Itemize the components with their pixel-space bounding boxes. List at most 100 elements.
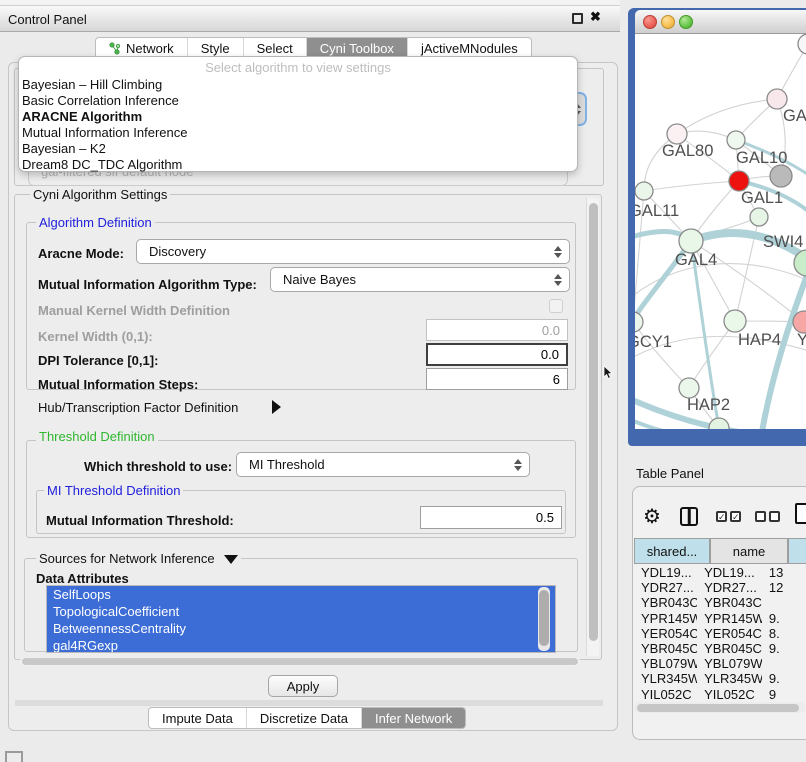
table-cell: YBL079W	[634, 656, 697, 671]
table-row[interactable]: YIL052CYIL052C9	[634, 687, 806, 702]
table-row[interactable]: YDR27...YDR27...12	[634, 580, 806, 595]
attributes-scrollbar-thumb[interactable]	[539, 590, 549, 646]
algorithm-option[interactable]: Basic Correlation Inference	[19, 93, 577, 109]
show-columns-icon[interactable]: ✓✓	[716, 511, 741, 522]
network-canvas[interactable]: GALGAL80GAL10GAL1GAL11GAL4SWI4GCY1HAP4YH…	[635, 34, 806, 429]
tab-cyni-toolbox[interactable]: Cyni Toolbox	[307, 38, 408, 58]
algorithm-option[interactable]: ARACNE Algorithm	[19, 109, 577, 125]
table-hscrollbar-thumb[interactable]	[637, 704, 799, 712]
aracne-mode-combo[interactable]: Discovery	[136, 239, 570, 264]
tab-network[interactable]: Network	[96, 38, 188, 58]
which-threshold-combo[interactable]: MI Threshold	[236, 452, 530, 477]
zoom-traffic-light[interactable]	[679, 15, 693, 29]
table-cell: YBR045C	[634, 641, 697, 656]
screen: Control Panel ✖ NetworkStyleSelectCyni T…	[0, 0, 806, 762]
attribute-list-item[interactable]: gal4RGexp	[47, 637, 555, 653]
minimize-traffic-light[interactable]	[661, 15, 675, 29]
mi-threshold-field[interactable]: 0.5	[420, 506, 562, 529]
sources-title: Sources for Network Inference	[39, 551, 215, 566]
data-attributes-label: Data Attributes	[36, 571, 129, 586]
tab-label: Infer Network	[375, 711, 452, 726]
dpi-tolerance-field[interactable]: 0.0	[426, 343, 568, 366]
table-row[interactable]: YPR145WYPR145W9.	[634, 611, 806, 626]
network-node-gal[interactable]	[767, 89, 787, 109]
hide-columns-icon[interactable]	[755, 511, 780, 522]
algorithm-option[interactable]: Bayesian – K2	[19, 141, 577, 157]
mi-steps-field[interactable]: 6	[426, 368, 568, 390]
tab-impute-data[interactable]: Impute Data	[149, 708, 247, 728]
table-row[interactable]: YBR045CYBR045C9.	[634, 641, 806, 656]
table-row[interactable]: YER054CYER054C8.	[634, 626, 806, 641]
expand-right-icon[interactable]	[272, 400, 281, 414]
tab-discretize-data[interactable]: Discretize Data	[247, 708, 362, 728]
network-node[interactable]	[770, 165, 792, 187]
tab-select[interactable]: Select	[244, 38, 307, 58]
network-node-gal80[interactable]	[667, 124, 687, 144]
cyni-settings-group-label: Cyni Algorithm Settings	[30, 187, 170, 202]
network-node-gal10[interactable]	[727, 131, 745, 149]
table-row[interactable]: YDL19...YDL19...13	[634, 565, 806, 580]
table-row[interactable]: YBR043CYBR043C	[634, 595, 806, 610]
tab-infer-network[interactable]: Infer Network	[362, 708, 465, 728]
table-cell: 9.	[762, 611, 806, 626]
network-node-hap4[interactable]	[724, 310, 746, 332]
tab-label: Discretize Data	[260, 711, 348, 726]
attributes-scrollbar-track[interactable]	[538, 587, 550, 651]
attribute-list-item[interactable]: BetweennessCentrality	[47, 620, 555, 637]
table-cell: YPR145W	[634, 611, 697, 626]
tab-style[interactable]: Style	[188, 38, 244, 58]
new-document-icon[interactable]	[795, 503, 806, 524]
table-column-header[interactable]: A	[788, 538, 806, 564]
tab-label: Select	[257, 41, 293, 56]
algorithm-dropdown: Select algorithm to view settings Bayesi…	[18, 56, 578, 172]
node-label: GAL11	[635, 202, 679, 220]
close-icon[interactable]: ✖	[590, 9, 601, 25]
network-edge[interactable]	[644, 181, 739, 191]
network-node-gal4[interactable]	[679, 229, 703, 253]
data-attributes-list: SelfLoopsTopologicalCoefficientBetweenne…	[46, 585, 556, 653]
kernel-width-field[interactable]: 0.0	[426, 319, 568, 341]
table-column-header[interactable]: name	[710, 538, 788, 564]
data-tabs-bar: Impute Data Discretize Data Infer Network	[148, 707, 466, 729]
table-column-header[interactable]: shared...	[634, 538, 710, 564]
network-node-gal1[interactable]	[729, 171, 749, 191]
algorithm-option[interactable]: Dream8 DC_TDC Algorithm	[19, 157, 577, 173]
network-node-hap2[interactable]	[679, 378, 699, 398]
close-traffic-light[interactable]	[643, 15, 657, 29]
table-cell: 8.	[762, 626, 806, 641]
settings-scrollbar-track[interactable]	[586, 198, 599, 656]
attribute-list-item[interactable]: TopologicalCoefficient	[47, 603, 555, 620]
collapse-down-icon[interactable]	[224, 555, 238, 564]
network-edge[interactable]	[677, 99, 777, 134]
network-node-gal11[interactable]	[635, 182, 653, 200]
control-panel-titlebar	[0, 6, 620, 32]
dock-grip-icon[interactable]	[5, 751, 23, 762]
node-label: GAL1	[741, 189, 783, 207]
network-node[interactable]	[798, 34, 806, 54]
network-edge[interactable]	[635, 322, 689, 388]
apply-button[interactable]: Apply	[268, 675, 338, 697]
table-row[interactable]: YLR345WYLR345W9.	[634, 671, 806, 686]
table-cell: YLR345W	[697, 671, 762, 686]
manual-kernel-checkbox[interactable]	[549, 299, 563, 313]
settings-scrollbar-thumb[interactable]	[589, 203, 598, 641]
network-node[interactable]	[750, 208, 768, 226]
columns-icon[interactable]	[680, 507, 698, 526]
table-cell: YBR045C	[697, 641, 762, 656]
settings-hscrollbar-track[interactable]	[20, 657, 580, 666]
algorithm-option[interactable]: Bayesian – Hill Climbing	[19, 77, 577, 93]
settings-hscrollbar-thumb[interactable]	[22, 658, 578, 665]
table-row[interactable]: YBL079WYBL079W	[634, 656, 806, 671]
tab-jactivemnodules[interactable]: jActiveMNodules	[408, 38, 531, 58]
algorithm-option[interactable]: Mutual Information Inference	[19, 125, 577, 141]
table-cell: YBR043C	[634, 595, 697, 610]
network-node-gcy1[interactable]	[635, 312, 643, 332]
float-icon[interactable]	[572, 13, 583, 24]
gear-icon[interactable]: ⚙	[643, 504, 661, 529]
node-label: Y	[797, 331, 806, 349]
table-cell: YDL19...	[634, 565, 697, 580]
algorithm-dropdown-list: Bayesian – Hill ClimbingBasic Correlatio…	[19, 77, 577, 173]
mi-type-combo[interactable]: Naive Bayes	[270, 267, 570, 292]
attribute-list-item[interactable]: SelfLoops	[47, 586, 555, 603]
table-hscrollbar-track[interactable]	[634, 702, 806, 713]
